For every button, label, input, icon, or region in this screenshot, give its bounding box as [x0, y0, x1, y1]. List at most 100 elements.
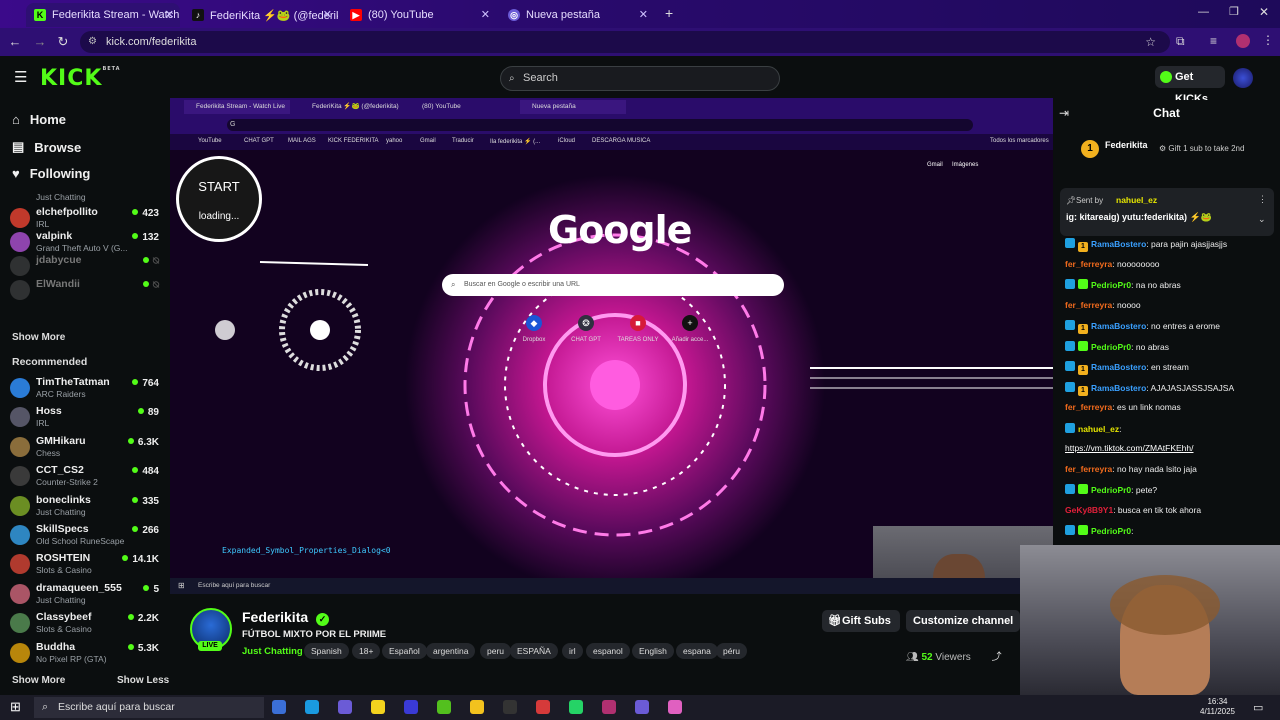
back-icon[interactable]: ← — [7, 34, 23, 49]
forward-icon[interactable]: → — [32, 34, 48, 49]
windows-start-icon[interactable]: ⊞ — [10, 699, 21, 715]
close-icon[interactable]: ✕ — [481, 8, 490, 21]
minimize-icon[interactable]: — — [1198, 6, 1209, 18]
chat-username[interactable]: nahuel_ez — [1078, 424, 1119, 434]
chat-username[interactable]: fer_ferreyra — [1065, 300, 1112, 310]
close-icon[interactable]: ✕ — [639, 8, 648, 21]
url-field[interactable]: ⚙ kick.com/federikita ☆ — [80, 31, 1170, 53]
chat-username[interactable]: fer_ferreyra — [1065, 402, 1112, 412]
sidebar-channel[interactable]: TimTheTatman ARC Raiders 764 — [10, 374, 165, 402]
gift-promo[interactable]: ⚙ Gift 1 sub to take 2nd — [1159, 144, 1244, 153]
stream-tag[interactable]: argentina — [426, 643, 476, 659]
chat-message[interactable]: nahuel_ez: — [1065, 422, 1275, 434]
chat-message[interactable]: fer_ferreyra: noooooooo — [1065, 259, 1275, 269]
chat-message[interactable]: PedrioPr0: na no abras — [1065, 279, 1275, 290]
chat-message[interactable]: 1 RamaBostero: AJAJASJASSJSAJSA — [1065, 381, 1275, 396]
extensions-icon[interactable]: ⧉ — [1176, 34, 1185, 49]
top-gifter-name[interactable]: Federikita — [1105, 140, 1148, 150]
chat-username[interactable]: PedrioPr0 — [1091, 280, 1131, 290]
notifications-icon[interactable]: ▭ — [1253, 701, 1263, 714]
sidebar-item-following[interactable]: ♥ Following — [12, 166, 90, 181]
chat-message[interactable]: PedrioPr0: pete? — [1065, 484, 1275, 495]
chat-username[interactable]: RamaBostero — [1091, 321, 1146, 331]
chat-message[interactable]: PedrioPr0: — [1065, 525, 1275, 536]
browser-tab-tiktok[interactable]: ♪ FederiKita ⚡🐸 (@federikita... ✕ — [184, 3, 338, 27]
whatsapp-icon[interactable] — [569, 700, 583, 714]
sidebar-channel[interactable]: SkillSpecs Old School RuneScape 266 — [10, 521, 165, 549]
media-icon[interactable]: ≡ — [1210, 34, 1217, 48]
app-icon[interactable] — [437, 700, 451, 714]
new-tab-icon[interactable]: + — [665, 5, 673, 21]
sidebar-channel[interactable]: ROSHTEIN Slots & Casino 14.1K — [10, 550, 165, 578]
sidebar-channel[interactable]: Classybeef Slots & Casino 2.2K — [10, 609, 165, 637]
stream-tag[interactable]: peru — [480, 643, 512, 659]
kick-logo[interactable]: KICKBETA — [40, 66, 121, 91]
pinned-message[interactable]: 📌︎ Sent by nahuel_ez ig: kitareaig) yutu… — [1060, 188, 1274, 236]
sidebar-channel[interactable]: GMHikaru Chess 6.3K — [10, 433, 165, 461]
chat-username[interactable]: RamaBostero — [1091, 383, 1146, 393]
chat-message[interactable]: fer_ferreyra: no hay nada lsito jaja — [1065, 464, 1275, 474]
stream-tag[interactable]: Español — [382, 643, 427, 659]
customize-channel-button[interactable]: Customize channel — [906, 610, 1020, 632]
browser-tab-kick[interactable]: K Federikita Stream - Watch Live ✕ — [26, 3, 180, 27]
user-avatar[interactable] — [1233, 68, 1253, 88]
hamburger-menu-icon[interactable]: ☰ — [14, 68, 27, 86]
app-icon[interactable] — [635, 700, 649, 714]
chat-message[interactable]: fer_ferreyra: noooo — [1065, 300, 1275, 310]
chat-username[interactable]: RamaBostero — [1091, 362, 1146, 372]
stream-tag[interactable]: 18+ — [352, 643, 381, 659]
stream-tag[interactable]: péru — [716, 643, 748, 659]
sidebar-item-browse[interactable]: ▤ Browse — [12, 139, 81, 155]
chat-username[interactable]: GeKy8B9Y1 — [1065, 505, 1113, 515]
search-input[interactable]: ⌕ Search — [500, 66, 780, 91]
chat-message[interactable]: 1 RamaBostero: en stream — [1065, 361, 1275, 375]
file-explorer-icon[interactable] — [470, 700, 484, 714]
taskbar-clock[interactable]: 16:34 4/11/2025 — [1200, 697, 1235, 717]
get-kicks-button[interactable]: Get KICKs — [1155, 66, 1225, 105]
chat-message[interactable]: PedrioPr0: no abras — [1065, 340, 1275, 352]
gift-subs-button[interactable]: 🎁︎ Gift Subs — [822, 610, 900, 632]
sidebar-channel[interactable]: Buddha No Pixel RP (GTA) 5.3K — [10, 639, 165, 667]
sidebar-channel[interactable]: boneclinks Just Chatting 335 — [10, 492, 165, 520]
close-window-icon[interactable]: ✕ — [1259, 5, 1269, 19]
stream-tag[interactable]: ESPAÑA — [510, 643, 558, 659]
app-icon[interactable] — [602, 700, 616, 714]
taskbar-search-input[interactable]: ⌕ Escribe aquí para buscar — [34, 697, 264, 718]
reload-icon[interactable]: ↻ — [55, 34, 71, 50]
chrome-icon[interactable] — [536, 700, 550, 714]
profile-avatar[interactable] — [1236, 34, 1250, 48]
sidebar-channel[interactable]: dramaqueen_555 Just Chatting 5 — [10, 580, 165, 608]
chat-username[interactable]: fer_ferreyra — [1065, 464, 1112, 474]
site-info-icon[interactable]: ⚙ — [88, 31, 97, 53]
app-icon[interactable] — [503, 700, 517, 714]
show-less-recommended[interactable]: Show Less — [117, 675, 169, 686]
chat-message[interactable]: 1 RamaBostero: para pajin ajasjjasjjs — [1065, 238, 1275, 252]
show-more-recommended[interactable]: Show More — [12, 675, 65, 686]
chevron-down-icon[interactable]: ⌄ — [1258, 214, 1266, 225]
chat-username[interactable]: PedrioPr0 — [1091, 526, 1131, 536]
more-options-icon[interactable]: ⋮ — [1258, 194, 1267, 205]
app-icon[interactable] — [404, 700, 418, 714]
chat-username[interactable]: PedrioPr0 — [1091, 485, 1131, 495]
browser-tab-youtube[interactable]: ▶ (80) YouTube ✕ — [342, 3, 496, 27]
browser-tab-new[interactable]: ◎ Nueva pestaña ✕ — [500, 3, 654, 27]
browser-menu-icon[interactable]: ⋮ — [1262, 33, 1274, 47]
bookmark-star-icon[interactable]: ☆ — [1145, 31, 1156, 53]
stream-tag[interactable]: Spanish — [304, 643, 349, 659]
close-icon[interactable]: ✕ — [323, 8, 332, 21]
sidebar-channel[interactable]: Hoss IRL 89 — [10, 403, 165, 431]
stream-tag[interactable]: irl — [562, 643, 583, 659]
app-icon[interactable] — [668, 700, 682, 714]
sidebar-channel[interactable]: CCT_CS2 Counter-Strike 2 484 — [10, 462, 165, 490]
show-more-following[interactable]: Show More — [12, 332, 65, 343]
stream-tag[interactable]: espana — [676, 643, 718, 659]
chat-message[interactable]: GeKy8B9Y1: busca en tik tok ahora — [1065, 505, 1275, 515]
channel-name[interactable]: Federikita ✓ — [242, 609, 330, 626]
chat-message[interactable]: https://vm.tiktok.com/ZMAtFKEhh/ — [1065, 443, 1275, 453]
task-view-icon[interactable] — [272, 700, 286, 714]
chat-message[interactable]: 1 RamaBostero: no entres a erome — [1065, 320, 1275, 334]
chat-username[interactable]: RamaBostero — [1091, 239, 1146, 249]
share-icon[interactable]: ⤴ — [992, 652, 1002, 663]
teams-icon[interactable] — [338, 700, 352, 714]
stream-tag[interactable]: espanol — [586, 643, 630, 659]
